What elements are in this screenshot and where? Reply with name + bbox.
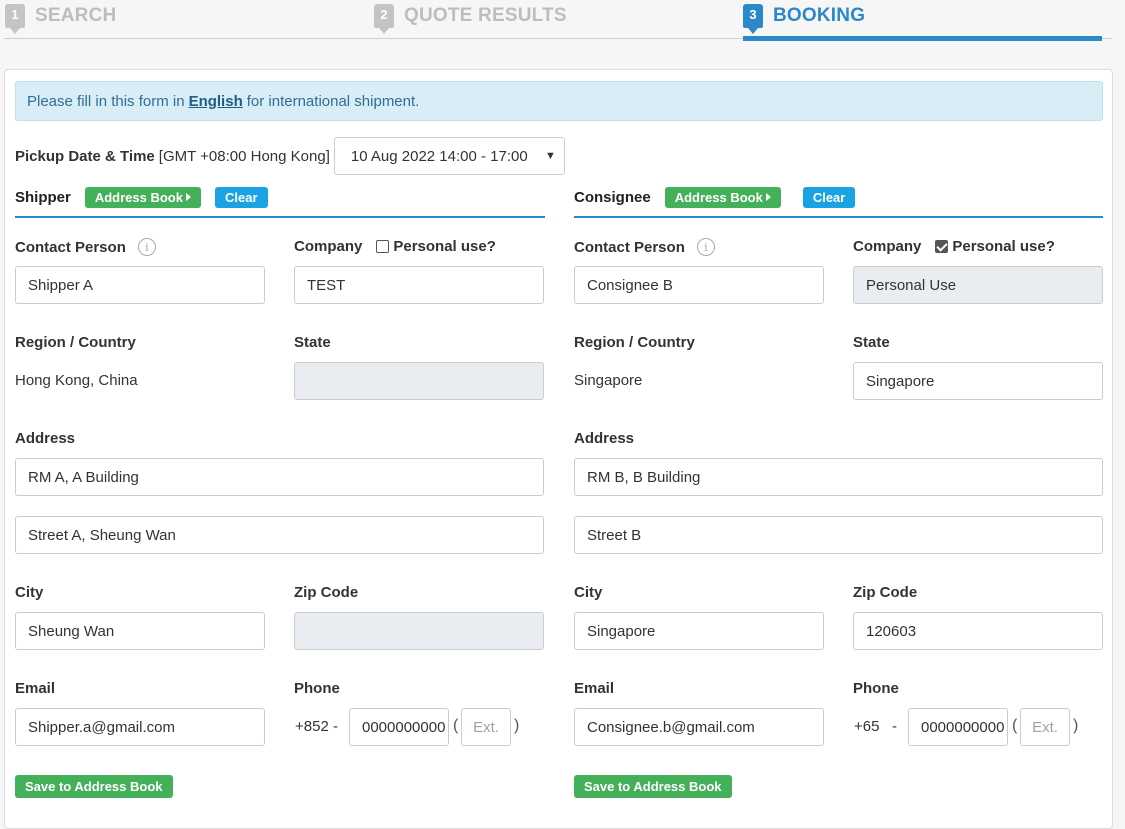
notice-text: Please fill in this form in <box>27 92 185 110</box>
step-number: 2 <box>374 4 394 34</box>
step-label: SEARCH <box>35 5 117 26</box>
shipper-company-input[interactable]: TEST <box>294 266 544 304</box>
consignee-contact-label: Contact Person i <box>574 238 715 256</box>
shipper-address-label: Address <box>15 430 76 447</box>
consignee-company-label: Company Personal use? <box>853 238 1055 255</box>
consignee-personal-use-checkbox[interactable] <box>935 240 949 253</box>
shipper-phone-input[interactable]: 0000000000 <box>349 708 449 746</box>
personal-use-label: Personal use? <box>952 238 1055 255</box>
consignee-contact-input[interactable]: Consignee B <box>574 266 824 304</box>
paren-open: ( <box>1012 717 1018 734</box>
caret-right-icon <box>765 193 771 201</box>
consignee-phone-label: Phone <box>853 680 899 697</box>
consignee-region-label: Region / Country <box>574 334 695 351</box>
consignee-address-book-button[interactable]: Address Book <box>664 186 781 208</box>
label-text: Contact Person <box>574 238 685 256</box>
language-notice: Please fill in this form in English for … <box>15 81 1103 121</box>
shipper-city-label: City <box>15 584 44 601</box>
shipper-email-input[interactable]: Shipper.a@gmail.com <box>15 708 265 746</box>
consignee-state-input[interactable]: Singapore <box>853 362 1103 400</box>
shipper-email-label: Email <box>15 680 56 697</box>
consignee-zip-label: Zip Code <box>853 584 918 601</box>
consignee-region-value: Singapore <box>574 372 643 389</box>
step-booking[interactable]: 3 BOOKING <box>743 4 866 34</box>
shipper-state-input[interactable] <box>294 362 544 400</box>
step-search[interactable]: 1 SEARCH <box>5 4 117 34</box>
shipper-contact-input[interactable]: Shipper A <box>15 266 265 304</box>
booking-form: Please fill in this form in English for … <box>4 69 1113 829</box>
consignee-company-input[interactable]: Personal Use <box>853 266 1103 304</box>
shipper-region-label: Region / Country <box>15 334 136 351</box>
address-book-label: Address Book <box>674 189 763 205</box>
booking-steps: 1 SEARCH 2 QUOTE RESULTS 3 BOOKING <box>0 0 1125 44</box>
shipper-phone-label: Phone <box>294 680 340 697</box>
label-text: Company <box>294 238 363 255</box>
shipper-clear-button[interactable]: Clear <box>214 186 268 208</box>
shipper-title: Shipper <box>15 188 71 206</box>
info-icon[interactable]: i <box>137 238 156 256</box>
step-number: 3 <box>743 4 763 34</box>
notice-text-end: for international shipment. <box>246 92 420 110</box>
consignee-email-input[interactable]: Consignee.b@gmail.com <box>574 708 824 746</box>
personal-use-label: Personal use? <box>393 238 496 255</box>
consignee-header: Consignee Address Book Clear <box>574 178 1103 218</box>
info-icon[interactable]: i <box>696 238 715 256</box>
consignee-save-address-button[interactable]: Save to Address Book <box>574 775 732 798</box>
consignee-state-label: State <box>853 334 890 351</box>
step-quote-results[interactable]: 2 QUOTE RESULTS <box>374 4 567 34</box>
shipper-address2-input[interactable]: Street A, Sheung Wan <box>15 516 544 554</box>
shipper-save-address-button[interactable]: Save to Address Book <box>15 775 173 798</box>
consignee-city-label: City <box>574 584 603 601</box>
pickup-label: Pickup Date & Time <box>15 147 155 165</box>
consignee-address1-input[interactable]: RM B, B Building <box>574 458 1103 496</box>
consignee-zip-input[interactable]: 120603 <box>853 612 1103 650</box>
shipper-region-value: Hong Kong, China <box>15 372 138 389</box>
consignee-ext-input[interactable]: Ext. <box>1020 708 1070 746</box>
pickup-time-value: 10 Aug 2022 14:00 - 17:00 <box>350 147 528 165</box>
step-label: QUOTE RESULTS <box>404 5 567 26</box>
shipper-address1-input[interactable]: RM A, A Building <box>15 458 544 496</box>
label-text: Company <box>853 238 922 255</box>
shipper-zip-input[interactable] <box>294 612 544 650</box>
shipper-contact-label: Contact Person i <box>15 238 156 256</box>
shipper-address-book-button[interactable]: Address Book <box>84 186 201 208</box>
shipper-zip-label: Zip Code <box>294 584 359 601</box>
pickup-time-select[interactable]: 10 Aug 2022 14:00 - 17:00 ▼ <box>333 137 565 175</box>
pickup-row: Pickup Date & Time [GMT +08:00 Hong Kong… <box>15 137 565 175</box>
paren-close: ) <box>1073 717 1079 734</box>
consignee-title: Consignee <box>574 188 651 206</box>
label-text: Contact Person <box>15 238 126 256</box>
shipper-city-input[interactable]: Sheung Wan <box>15 612 265 650</box>
consignee-city-input[interactable]: Singapore <box>574 612 824 650</box>
consignee-address2-input[interactable]: Street B <box>574 516 1103 554</box>
shipper-personal-use-checkbox[interactable] <box>376 240 390 253</box>
step-number: 1 <box>5 4 25 34</box>
consignee-address-label: Address <box>574 430 635 447</box>
active-step-indicator <box>743 36 1102 41</box>
step-label: BOOKING <box>773 5 866 26</box>
paren-close: ) <box>514 717 520 734</box>
address-book-label: Address Book <box>94 189 183 205</box>
consignee-clear-button[interactable]: Clear <box>802 186 856 208</box>
shipper-header: Shipper Address Book Clear <box>15 178 545 218</box>
consignee-email-label: Email <box>574 680 615 697</box>
consignee-phone-input[interactable]: 0000000000 <box>908 708 1008 746</box>
shipper-phone-prefix: +852 - <box>295 718 338 735</box>
chevron-down-icon: ▼ <box>544 150 556 162</box>
shipper-state-label: State <box>294 334 331 351</box>
caret-right-icon <box>185 193 191 201</box>
english-link[interactable]: English <box>189 93 243 110</box>
paren-open: ( <box>453 717 459 734</box>
shipper-company-label: Company Personal use? <box>294 238 496 255</box>
pickup-timezone: [GMT +08:00 Hong Kong] <box>158 147 330 165</box>
shipper-ext-input[interactable]: Ext. <box>461 708 511 746</box>
consignee-phone-prefix: +65 - <box>854 718 897 735</box>
